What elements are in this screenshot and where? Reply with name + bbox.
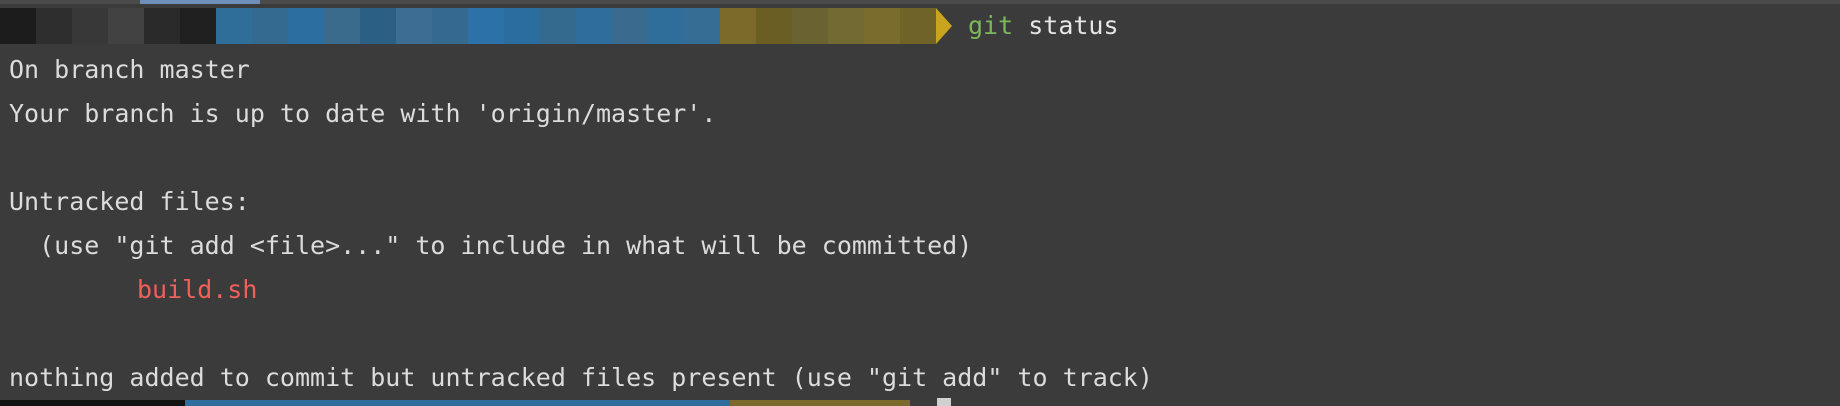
redacted-pixel-block <box>0 8 36 44</box>
prompt-line: git status <box>0 8 1840 44</box>
prompt-command: git status <box>968 8 1119 44</box>
redacted-pixel-block <box>468 8 504 44</box>
redacted-pixel-block <box>36 8 72 44</box>
redacted-pixel-block <box>684 8 720 44</box>
redacted-pixel-block <box>360 8 396 44</box>
redacted-pixel-block <box>828 8 864 44</box>
redacted-pixel-block <box>612 8 648 44</box>
next-prompt-segment-blue <box>185 400 730 406</box>
redacted-pixel-block <box>792 8 828 44</box>
redacted-pixel-block <box>252 8 288 44</box>
output-summary-line: nothing added to commit but untracked fi… <box>9 363 1153 392</box>
redacted-pixel-block <box>504 8 540 44</box>
output-uptodate-line: Your branch is up to date with 'origin/m… <box>9 99 717 128</box>
output-untracked-header: Untracked files: <box>9 187 250 216</box>
redacted-pixel-block <box>108 8 144 44</box>
redacted-pixel-block <box>432 8 468 44</box>
terminal-top-border <box>0 0 1840 4</box>
redacted-pixel-block <box>900 8 936 44</box>
command-name: git <box>968 11 1014 40</box>
command-argument: status <box>1028 11 1119 40</box>
redacted-pixel-block <box>324 8 360 44</box>
untracked-file-item[interactable]: build.sh <box>137 272 257 308</box>
redacted-pixel-block <box>576 8 612 44</box>
redacted-prompt-segment <box>0 8 936 44</box>
redacted-pixel-block <box>396 8 432 44</box>
prompt-arrow-icon <box>936 8 952 44</box>
redacted-pixel-block <box>72 8 108 44</box>
redacted-pixel-block <box>864 8 900 44</box>
terminal-window[interactable]: git status On branch master Your branch … <box>0 0 1840 406</box>
active-tab-indicator <box>140 0 260 4</box>
redacted-pixel-block <box>540 8 576 44</box>
redacted-pixel-block <box>756 8 792 44</box>
redacted-pixel-block <box>144 8 180 44</box>
next-prompt-line <box>0 400 1840 406</box>
output-branch-line: On branch master <box>9 55 250 84</box>
next-prompt-segment-dark <box>0 400 185 406</box>
redacted-pixel-block <box>180 8 216 44</box>
redacted-pixel-block <box>216 8 252 44</box>
next-prompt-segment-yellow <box>730 400 910 406</box>
redacted-pixel-block <box>288 8 324 44</box>
redacted-pixel-block <box>720 8 756 44</box>
redacted-pixel-block <box>648 8 684 44</box>
text-cursor <box>937 398 951 406</box>
output-hint-line: (use "git add <file>..." to include in w… <box>9 231 973 260</box>
